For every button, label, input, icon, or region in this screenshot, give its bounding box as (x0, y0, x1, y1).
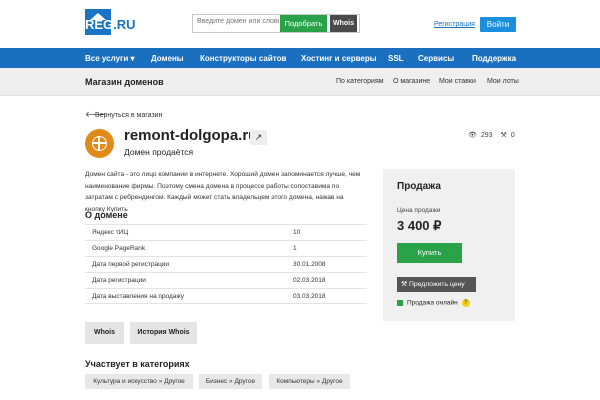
domain-description: Домен сайта - это лицо компании в интерн… (85, 171, 361, 213)
back-link-label: Вернуться в магазин (94, 112, 163, 119)
category-tag[interactable]: Культура и искусство » Другое (85, 374, 193, 389)
info-value: 02.03.2018 (293, 277, 326, 284)
online-sale-label: Продажа онлайн (407, 299, 458, 307)
main-nav: Все услуги ▾ Домены Конструкторы сайтов … (0, 48, 600, 68)
domain-status: Домен продаётся (124, 147, 194, 157)
pick-domain-button[interactable]: Подобрать (280, 15, 327, 32)
login-button[interactable]: Войти (480, 17, 516, 32)
whois-history-button[interactable]: История Whois (130, 322, 197, 344)
categories-heading: Участвует в категориях (85, 359, 190, 369)
domain-info-table: Яндекс тИЦ 10 Google PageRank 1 Дата перво… (85, 224, 367, 304)
nav-hosting[interactable]: Хостинг и серверы (301, 54, 377, 63)
sale-price: 3 400 ₽ (397, 218, 442, 233)
buy-button[interactable]: Купить (397, 243, 462, 263)
hammer-icon: ⚒ (500, 132, 507, 139)
search-input[interactable] (197, 18, 279, 25)
site-logo[interactable]: REG.RU (85, 9, 137, 35)
nav-services[interactable]: Сервисы (418, 54, 454, 63)
eye-icon: 👁 (468, 132, 477, 139)
register-link[interactable]: Регистрация (434, 21, 475, 28)
info-value: 1 (293, 245, 297, 252)
nav-domains[interactable]: Домены (151, 54, 184, 63)
info-key: Яндекс тИЦ (92, 229, 129, 236)
price-label: Цена продажи (397, 207, 441, 214)
sale-title: Продажа (397, 181, 441, 192)
nav-site-builders[interactable]: Конструкторы сайтов (200, 54, 286, 63)
offer-price-button[interactable]: ⚒ Предложить цену (397, 277, 476, 292)
info-value: 03.03.2018 (293, 293, 326, 300)
logo-text: REG.RU (85, 17, 136, 32)
info-key: Дата регистрации (92, 277, 146, 284)
nav-ssl[interactable]: SSL (388, 54, 404, 63)
subnav-by-category[interactable]: По категориям (336, 78, 384, 85)
nav-all-services[interactable]: Все услуги ▾ (85, 54, 135, 63)
views-count: 293 (480, 132, 493, 139)
category-tag[interactable]: Бизнес » Другое (199, 374, 262, 389)
back-to-shop-link[interactable]: 🡐 Вернуться в магазин (85, 109, 162, 119)
offer-label: Предложить цену (408, 281, 465, 288)
whois-button[interactable]: Whois (330, 15, 357, 32)
info-key: Google PageRank (92, 245, 146, 252)
table-row: Дата регистрации 02.03.2018 (85, 272, 367, 288)
arrow-left-icon: 🡐 (85, 110, 107, 119)
site-header: REG.RU Подобрать Whois Регистрация Войти (0, 0, 600, 48)
info-value: 30.01.2008 (293, 261, 326, 268)
shop-subnav: Магазин доменов По категориям О магазине… (0, 68, 600, 96)
table-row: Яндекс тИЦ 10 (85, 224, 367, 240)
subnav-my-bids[interactable]: Мои ставки (439, 78, 476, 85)
about-domain-heading: О домене (85, 210, 128, 220)
open-link-icon[interactable]: ↗ (250, 130, 267, 145)
table-row: Дата выставления на продажу 03.03.2018 (85, 288, 367, 304)
info-value: 10 (293, 229, 301, 236)
subnav-my-lots[interactable]: Мои лоты (487, 78, 519, 85)
help-icon[interactable]: ? (461, 299, 470, 307)
online-sale-option: Продажа онлайн? (397, 299, 470, 307)
globe-icon (85, 129, 114, 158)
nav-support[interactable]: Поддержка (472, 54, 516, 63)
checkbox-icon[interactable] (397, 300, 403, 306)
bids-count: 0 (510, 132, 515, 139)
domain-stats: 👁 293 ⚒ 0 (468, 131, 519, 139)
table-row: Дата первой регистрации 30.01.2008 (85, 256, 367, 272)
table-row: Google PageRank 1 (85, 240, 367, 256)
domain-name: remont-dolgopa.ru (124, 127, 258, 144)
hammer-icon: ⚒ (401, 281, 409, 288)
whois-lookup-button[interactable]: Whois (85, 322, 124, 344)
info-key: Дата первой регистрации (92, 261, 170, 268)
info-key: Дата выставления на продажу (92, 293, 185, 300)
category-tag[interactable]: Компьютеры » Другое (269, 374, 350, 389)
shop-title[interactable]: Магазин доменов (85, 77, 164, 87)
sale-panel: Продажа Цена продажи 3 400 ₽ Купить ⚒ Пр… (383, 169, 515, 321)
subnav-about-shop[interactable]: О магазине (393, 78, 430, 85)
